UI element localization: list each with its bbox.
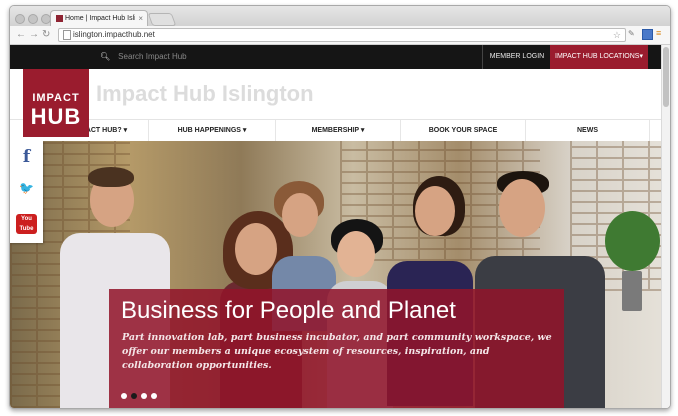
close-window-button[interactable] bbox=[15, 14, 25, 24]
nav-item-book-your-space[interactable]: BOOK YOUR SPACE bbox=[400, 120, 525, 142]
page-icon bbox=[63, 30, 71, 40]
back-arrow-icon[interactable]: ← bbox=[16, 28, 26, 41]
scrollbar-thumb[interactable] bbox=[663, 47, 669, 107]
nav-item-membership[interactable]: MEMBERSHIP ▾ bbox=[275, 120, 400, 142]
impact-hub-logo[interactable]: IMPACT HUB bbox=[23, 69, 89, 137]
wrench-icon[interactable]: ✎ bbox=[628, 29, 637, 38]
nav-item-news[interactable]: NEWS bbox=[525, 120, 650, 142]
favicon-icon bbox=[56, 15, 63, 22]
chevron-down-icon: ▾ bbox=[123, 127, 128, 134]
slide-dot[interactable] bbox=[151, 393, 157, 399]
address-bar[interactable]: islington.impacthub.net ☆ bbox=[58, 28, 626, 42]
tab-title: Home | Impact Hub Islington bbox=[65, 15, 135, 22]
photo-plant bbox=[600, 211, 660, 321]
nav-label: BOOK YOUR SPACE bbox=[428, 127, 498, 134]
menu-icon[interactable]: ≡ bbox=[656, 29, 665, 38]
search-placeholder: Search Impact Hub bbox=[118, 52, 187, 61]
browser-window: Home | Impact Hub Islington × ← → ↻ isli… bbox=[9, 5, 671, 409]
slide-dot[interactable] bbox=[121, 393, 127, 399]
slide-dot[interactable] bbox=[141, 393, 147, 399]
reload-icon[interactable]: ↻ bbox=[42, 28, 50, 41]
logo-line-2: HUB bbox=[30, 104, 82, 129]
minimize-window-button[interactable] bbox=[28, 14, 38, 24]
main-navigation: WHAT IS IMPACT HUB? ▾ HUB HAPPENINGS ▾ M… bbox=[10, 119, 670, 143]
search-icon: 🔍︎ bbox=[100, 52, 111, 61]
twitter-icon[interactable]: 🐦 bbox=[10, 181, 43, 195]
hub-locations-label: IMPACT HUB LOCATIONS bbox=[555, 53, 640, 60]
facebook-icon[interactable]: f bbox=[10, 147, 43, 167]
chevron-down-icon: ▾ bbox=[360, 127, 365, 134]
hero-caption: Business for People and Planet Part inno… bbox=[109, 289, 564, 408]
hub-locations-menu[interactable]: IMPACT HUB LOCATIONS▾ bbox=[550, 45, 648, 69]
youtube-icon[interactable]: You Tube bbox=[16, 214, 37, 234]
bookmark-star-icon[interactable]: ☆ bbox=[613, 29, 621, 41]
page-scrollbar[interactable] bbox=[661, 45, 670, 408]
nav-item-hub-happenings[interactable]: HUB HAPPENINGS ▾ bbox=[148, 120, 275, 142]
slide-dot-active[interactable] bbox=[131, 393, 137, 399]
url-text: islington.impacthub.net bbox=[73, 30, 155, 39]
web-page: 🔍︎ Search Impact Hub MEMBER LOGIN IMPACT … bbox=[10, 45, 670, 408]
nav-label: MEMBERSHIP bbox=[311, 127, 359, 134]
hero-banner: f 🐦 You Tube Business for People and Pla… bbox=[10, 141, 670, 408]
social-links: f 🐦 You Tube bbox=[10, 141, 43, 243]
hero-headline: Business for People and Planet bbox=[121, 297, 456, 324]
logo-line-1: IMPACT bbox=[32, 92, 80, 104]
youtube-icon-text: You Tube bbox=[19, 216, 34, 232]
site-name: Impact Hub Islington bbox=[96, 81, 314, 106]
site-top-bar: 🔍︎ Search Impact Hub MEMBER LOGIN IMPACT … bbox=[10, 45, 670, 69]
new-tab-button[interactable] bbox=[147, 13, 177, 26]
hero-description: Part innovation lab, part business incub… bbox=[122, 332, 552, 371]
browser-tab[interactable]: Home | Impact Hub Islington × bbox=[50, 10, 148, 27]
chevron-down-icon: ▾ bbox=[242, 127, 247, 134]
extension-icon[interactable] bbox=[642, 29, 653, 40]
slide-indicators bbox=[121, 386, 161, 404]
browser-toolbar: ← → ↻ islington.impacthub.net ☆ ✎ ≡ bbox=[10, 26, 670, 45]
nav-label: NEWS bbox=[577, 127, 598, 134]
member-login-link[interactable]: MEMBER LOGIN bbox=[482, 45, 551, 69]
chevron-down-icon: ▾ bbox=[639, 53, 643, 60]
tab-close-icon[interactable]: × bbox=[138, 11, 143, 26]
site-header: IMPACT HUB Impact Hub Islington bbox=[10, 69, 670, 137]
tab-strip: Home | Impact Hub Islington × bbox=[10, 6, 670, 27]
nav-label: HUB HAPPENINGS bbox=[177, 127, 241, 134]
site-search[interactable]: 🔍︎ Search Impact Hub bbox=[100, 45, 187, 69]
forward-arrow-icon[interactable]: → bbox=[29, 28, 39, 41]
